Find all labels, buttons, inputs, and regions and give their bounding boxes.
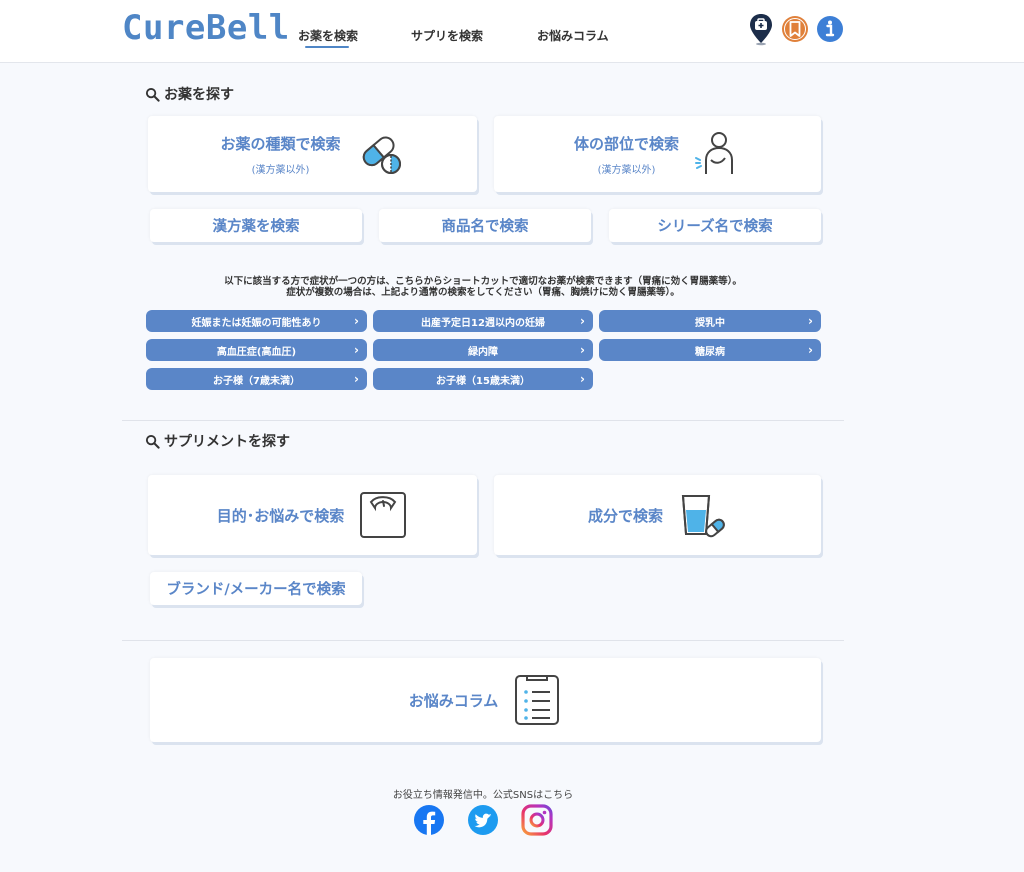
series-name-search-label: シリーズ名で検索	[657, 219, 773, 235]
medicine-type-search-sub: (漢方薬以外)	[251, 164, 310, 176]
chevron-right-icon: ›	[354, 343, 359, 357]
site-logo[interactable]: CureBell	[122, 8, 290, 48]
chevron-right-icon: ›	[580, 372, 585, 386]
glass-and-pill-icon	[681, 495, 725, 538]
shortcut-child-under15-button[interactable]: お子様（15歳未満） ›	[373, 368, 593, 390]
chevron-right-icon: ›	[354, 314, 359, 328]
purpose-search-card[interactable]: 目的･お悩みで検索	[148, 475, 477, 555]
shortcut-description-line1: 以下に該当する方で症状が一つの方は、こちらからショートカットで適切なお薬が検索で…	[224, 276, 742, 287]
kampo-search-button[interactable]: 漢方薬を検索	[150, 209, 362, 242]
search-icon	[145, 434, 160, 449]
sns-caption: お役立ち情報発信中。公式SNSはこちら	[392, 790, 574, 801]
bookmark-icon[interactable]	[780, 12, 810, 46]
info-icon[interactable]	[815, 12, 845, 46]
medicine-type-search-card[interactable]: お薬の種類で検索 (漢方薬以外)	[148, 116, 477, 192]
series-name-search-button[interactable]: シリーズ名で検索	[609, 209, 821, 242]
facebook-icon[interactable]	[413, 804, 445, 836]
shortcut-description-line2: 症状が複数の場合は、上記より通常の検索をしてください（胃痛、胸焼けに効く胃腸薬等…	[286, 287, 680, 298]
column-card-label: お悩みコラム	[408, 691, 499, 710]
bathroom-scale-icon	[360, 492, 407, 538]
shortcut-hypertension-button[interactable]: 高血圧症(高血圧) ›	[146, 339, 367, 361]
body-part-search-label: 体の部位で検索	[573, 134, 679, 153]
section-divider	[122, 420, 844, 421]
product-name-search-label: 商品名で検索	[441, 219, 529, 235]
column-card[interactable]: お悩みコラム	[150, 658, 821, 742]
shortcut-child-under7-button[interactable]: お子様（7歳未満） ›	[146, 368, 367, 390]
shortcut-glaucoma-button[interactable]: 緑内障 ›	[373, 339, 593, 361]
medicine-section-title: お薬を探す	[145, 84, 234, 104]
ingredient-search-label: 成分で検索	[587, 506, 663, 525]
purpose-search-label: 目的･お悩みで検索	[216, 506, 345, 525]
tab-medicine-search[interactable]: お薬を検索	[298, 27, 358, 44]
chevron-right-icon: ›	[808, 343, 813, 357]
brand-maker-search-button[interactable]: ブランド/メーカー名で検索	[150, 572, 362, 605]
shortcut-pregnant-button[interactable]: 妊娠または妊娠の可能性あり ›	[146, 310, 367, 332]
medicine-section-label: お薬を探す	[164, 87, 234, 103]
product-name-search-button[interactable]: 商品名で検索	[379, 209, 591, 242]
chevron-right-icon: ›	[354, 372, 359, 386]
body-part-search-card[interactable]: 体の部位で検索 (漢方薬以外)	[494, 116, 821, 192]
kampo-search-label: 漢方薬を検索	[212, 219, 300, 235]
shortcut-breastfeeding-button[interactable]: 授乳中 ›	[599, 310, 821, 332]
site-header: CureBell お薬を検索 サプリを検索 お悩みコラム	[0, 0, 1024, 63]
supplement-section-title: サプリメントを探す	[145, 431, 290, 451]
clipboard-list-icon	[515, 675, 560, 725]
brand-maker-search-label: ブランド/メーカー名で検索	[166, 582, 346, 598]
twitter-icon[interactable]	[467, 804, 499, 836]
tab-column[interactable]: お悩みコラム	[537, 27, 609, 44]
active-tab-indicator	[305, 46, 349, 48]
supplement-section-label: サプリメントを探す	[164, 434, 290, 450]
chevron-right-icon: ›	[580, 343, 585, 357]
chevron-right-icon: ›	[808, 314, 813, 328]
shortcut-due-12weeks-button[interactable]: 出産予定日12週以内の妊婦 ›	[373, 310, 593, 332]
medicine-type-search-label: お薬の種類で検索	[220, 134, 341, 153]
instagram-icon[interactable]	[521, 804, 553, 836]
section-divider	[122, 640, 844, 641]
capsule-pill-icon	[362, 136, 401, 174]
ingredient-search-card[interactable]: 成分で検索	[494, 475, 821, 555]
search-icon	[145, 87, 160, 102]
chevron-right-icon: ›	[580, 314, 585, 328]
tab-supplement-search[interactable]: サプリを検索	[411, 27, 483, 44]
body-ache-icon	[695, 132, 733, 174]
shortcut-diabetes-button[interactable]: 糖尿病 ›	[599, 339, 821, 361]
body-part-search-sub: (漢方薬以外)	[597, 164, 656, 176]
map-pin-medical-icon[interactable]	[746, 12, 776, 46]
shortcut-description: 以下に該当する方で症状が一つの方は、こちらからショートカットで適切なお薬が検索で…	[145, 276, 821, 298]
